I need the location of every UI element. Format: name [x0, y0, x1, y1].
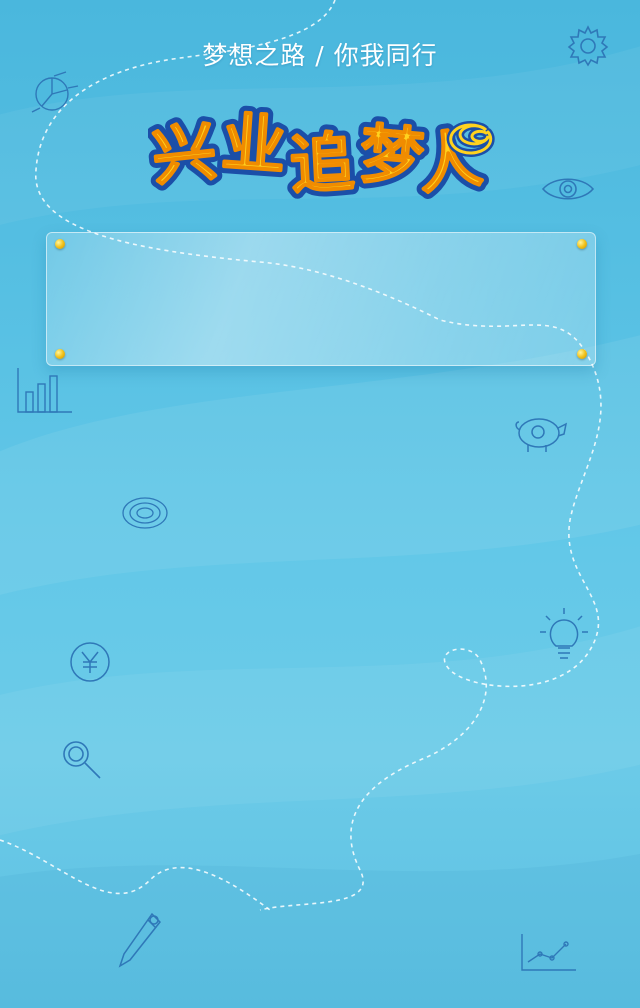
svg-text:追: 追: [288, 126, 356, 202]
yen-coin-icon: [66, 640, 114, 684]
svg-text:业: 业: [219, 106, 288, 184]
pie-chart-icon: [26, 68, 82, 118]
xingye-logo: 兴 兴 业 业 追 追 梦 梦 人 人: [148, 100, 495, 202]
eye-icon: [540, 172, 596, 206]
magnifier-icon: [58, 736, 106, 784]
pin-top-right: [577, 239, 587, 249]
spiral-icon: [120, 494, 170, 532]
bar-chart-icon: [14, 366, 74, 418]
piggy-bank-icon: [512, 410, 570, 456]
svg-text:兴: 兴: [149, 115, 220, 195]
pin-bottom-left: [55, 349, 65, 359]
page-subtitle: 梦想之路 / 你我同行: [202, 41, 438, 70]
pin-bottom-right: [577, 349, 587, 359]
lightbulb-icon: [538, 606, 590, 666]
pin-top-left: [55, 239, 65, 249]
settings-gear-icon: [566, 24, 610, 68]
pencil-icon: [116, 910, 166, 970]
line-chart-icon: [518, 932, 578, 976]
glass-panel: [46, 232, 596, 366]
